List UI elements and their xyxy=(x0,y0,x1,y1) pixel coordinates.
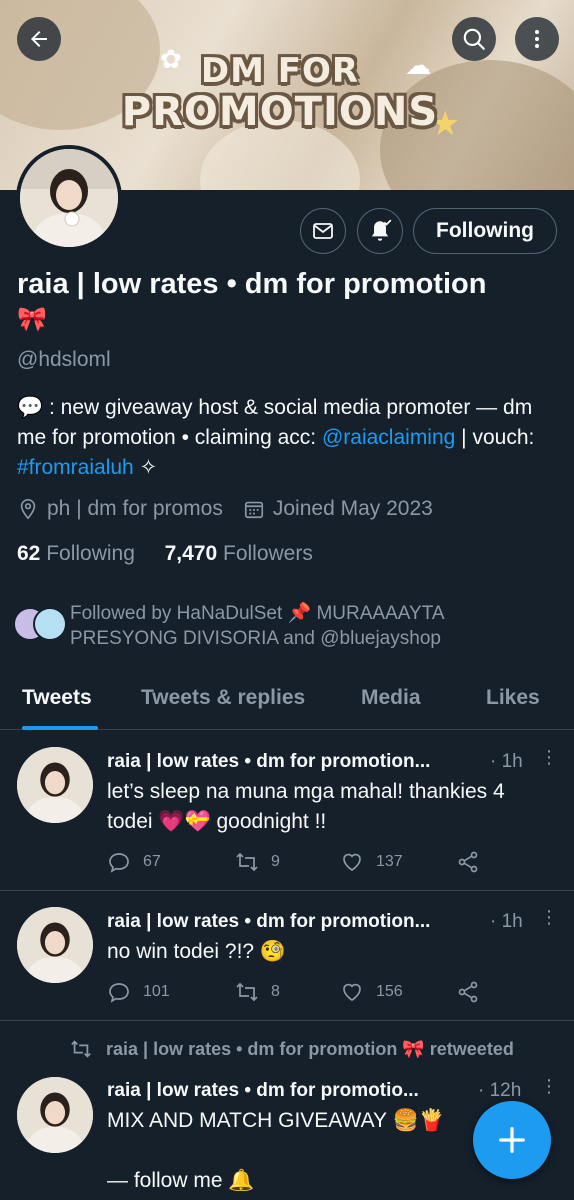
retweet-action[interactable]: 9 xyxy=(235,850,280,874)
retweet-icon xyxy=(236,982,258,1002)
more-vertical-icon xyxy=(535,30,539,48)
profile-tabs: Tweets Tweets & replies Media Likes xyxy=(0,672,574,730)
search-icon xyxy=(463,28,485,50)
tweet-text: no win todei ?!? 🧐 xyxy=(107,940,287,963)
joined-text: Joined May 2023 xyxy=(272,497,433,520)
profile-name: raia | low rates • dm for promotion xyxy=(17,268,487,300)
message-button[interactable] xyxy=(300,208,346,254)
profile-bio: 💬 : new giveaway host & social media pro… xyxy=(17,393,557,483)
back-button[interactable] xyxy=(17,17,61,61)
reply-action[interactable]: 101 xyxy=(107,980,170,1004)
search-button[interactable] xyxy=(452,17,496,61)
retweet-icon xyxy=(71,1040,91,1058)
tweet[interactable]: raia | low rates • dm for promotion... ·… xyxy=(0,731,574,891)
share-action[interactable] xyxy=(456,850,492,874)
bio-sparkle: ✧ xyxy=(133,456,158,479)
share-icon xyxy=(458,851,478,873)
tab-tweets-replies[interactable]: Tweets & replies xyxy=(141,686,305,710)
retweet-action[interactable]: 8 xyxy=(235,980,280,1004)
heart-icon xyxy=(343,853,361,872)
bio-link-hashtag[interactable]: #fromraialuh xyxy=(17,456,134,479)
tweet-more-icon[interactable]: ⋮ xyxy=(540,1076,558,1097)
mail-icon xyxy=(313,223,333,239)
share-action[interactable] xyxy=(456,980,492,1004)
like-action[interactable]: 137 xyxy=(340,850,403,874)
retweeted-label: raia | low rates • dm for promotion 🎀 re… xyxy=(68,1038,514,1060)
active-tab-indicator xyxy=(22,726,98,730)
location-text: ph | dm for promos xyxy=(47,497,223,520)
share-icon xyxy=(458,981,478,1003)
tweet-more-icon[interactable]: ⋮ xyxy=(540,747,558,768)
tweet-time: · 1h xyxy=(490,911,523,932)
tweet-author[interactable]: raia | low rates • dm for promotio... xyxy=(107,1080,419,1102)
tweet-author[interactable]: raia | low rates • dm for promotion... xyxy=(107,751,430,773)
bell-check-icon xyxy=(371,219,392,241)
heart-icon xyxy=(343,983,361,1002)
bio-text-vouch: | vouch: xyxy=(455,426,535,449)
notifications-button[interactable] xyxy=(357,208,403,254)
tweet-avatar[interactable] xyxy=(17,1077,93,1153)
like-action[interactable]: 156 xyxy=(340,980,403,1004)
reply-icon xyxy=(109,853,129,873)
followed-by-text[interactable]: Followed by HaNaDulSet 📌 MURAAAAYTA PRES… xyxy=(70,601,550,651)
tweet-avatar[interactable] xyxy=(17,907,93,983)
bio-link-claiming[interactable]: @raiaclaiming xyxy=(322,426,455,449)
plus-icon xyxy=(499,1127,525,1153)
profile-meta: ph | dm for promos Joined May 2023 xyxy=(17,497,433,521)
follow-stats: 62 Following 7,470 Followers xyxy=(17,542,313,566)
reply-action[interactable]: 67 xyxy=(107,850,161,874)
name-emoji: 🎀 xyxy=(17,306,47,333)
following-stat[interactable]: 62 Following xyxy=(17,542,135,565)
tweet-author[interactable]: raia | low rates • dm for promotion... xyxy=(107,911,430,933)
tweet-text: let’s sleep na muna mga mahal! thankies … xyxy=(107,780,505,833)
tweet-more-icon[interactable]: ⋮ xyxy=(540,907,558,928)
compose-tweet-button[interactable] xyxy=(473,1101,551,1179)
calendar-icon xyxy=(244,501,263,519)
tab-tweets[interactable]: Tweets xyxy=(22,686,92,710)
banner-title: DM FOR PROMOTIONS xyxy=(121,51,439,135)
profile-handle: @hdsloml xyxy=(17,348,111,371)
more-options-button[interactable] xyxy=(515,17,559,61)
tweet-avatar[interactable] xyxy=(17,747,93,823)
follower-avatar xyxy=(33,607,67,641)
retweet-icon xyxy=(236,852,258,872)
profile-avatar[interactable] xyxy=(16,145,122,251)
tweet[interactable]: raia | low rates • dm for promotion... ·… xyxy=(0,891,574,1021)
back-arrow-icon xyxy=(31,31,47,47)
tab-media[interactable]: Media xyxy=(361,686,421,710)
followers-stat[interactable]: 7,470 Followers xyxy=(165,542,313,565)
avatar-photo xyxy=(20,149,118,247)
tab-likes[interactable]: Likes xyxy=(486,686,540,710)
following-button[interactable]: Following xyxy=(413,208,557,254)
tweet-time: · 1h xyxy=(490,751,523,772)
location-icon xyxy=(20,499,36,520)
reply-icon xyxy=(109,983,129,1003)
tweet-time: · 12h xyxy=(478,1080,522,1101)
tweet-text-line2: — follow me 🔔 xyxy=(107,1169,255,1192)
